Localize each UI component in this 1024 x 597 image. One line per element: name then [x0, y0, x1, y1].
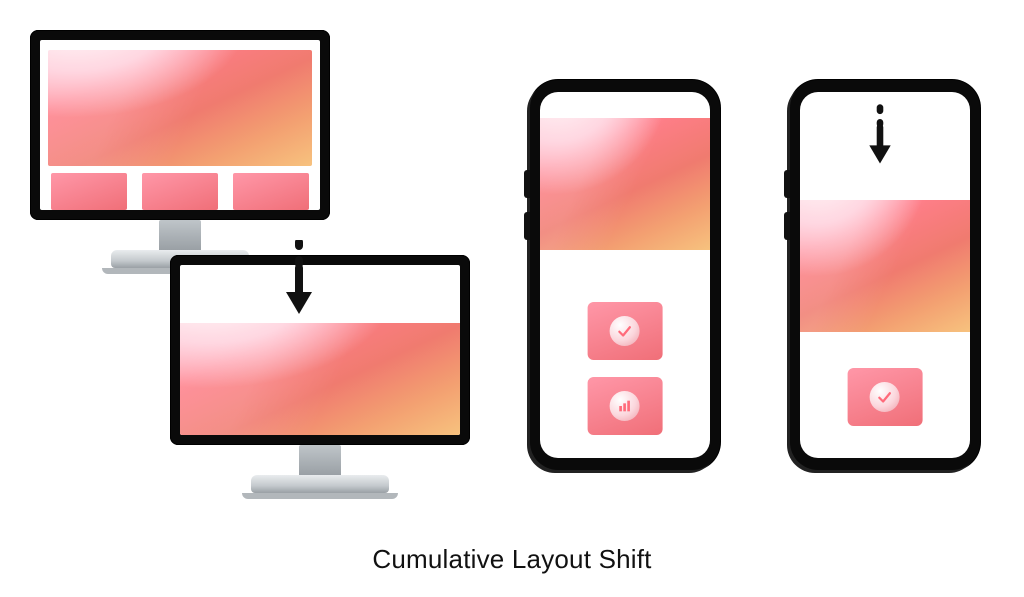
hero-image — [540, 118, 710, 250]
thumbnail-tile — [142, 173, 218, 210]
check-icon — [870, 382, 900, 412]
arrow-down-icon — [282, 240, 316, 318]
monitor-bezel — [170, 255, 470, 445]
desktop-monitor-before — [30, 30, 330, 274]
thumbnail-tile — [51, 173, 127, 210]
feature-tile-check — [588, 302, 663, 360]
diagram-caption: Cumulative Layout Shift — [0, 544, 1024, 575]
bar-chart-icon — [610, 391, 640, 421]
phone-mockup-before — [530, 80, 720, 470]
feature-tile-chart — [588, 377, 663, 435]
hero-image — [48, 50, 311, 166]
monitor-neck — [299, 445, 341, 475]
monitor-screen — [40, 40, 320, 210]
hero-image-shifted — [800, 200, 970, 332]
feature-tile-check — [848, 368, 923, 426]
monitor-base — [251, 475, 389, 493]
hero-image-shifted — [180, 323, 460, 435]
monitor-neck — [159, 220, 201, 250]
monitor-screen — [180, 265, 460, 435]
phone-screen — [540, 92, 710, 458]
check-icon — [610, 316, 640, 346]
thumbnail-row — [51, 173, 309, 210]
thumbnail-tile — [233, 173, 309, 210]
monitor-foot — [242, 493, 398, 499]
arrow-down-icon — [866, 102, 894, 174]
desktop-monitor-after — [170, 255, 470, 499]
monitor-bezel — [30, 30, 330, 220]
